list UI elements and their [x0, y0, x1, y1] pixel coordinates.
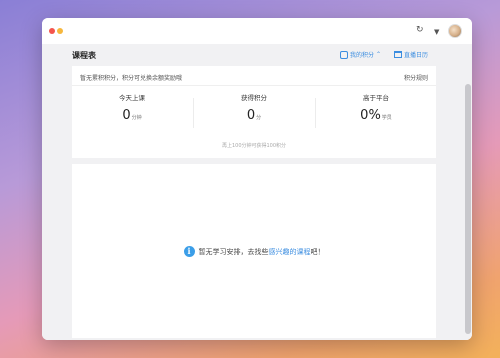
empty-state-message: i 暂无学习安排，去找些感兴趣的课程吧！: [72, 246, 436, 257]
empty-prefix: 暂无学习安排，去找些: [198, 247, 269, 256]
my-points-link[interactable]: 我的积分 ⌃: [340, 50, 381, 59]
points-notice-bar: 暂无累积积分，积分可兑换余额奖励哦 积分规则: [72, 66, 436, 86]
empty-suffix: 吧！: [310, 247, 325, 256]
stat-points-earned: 获得积分 0分: [194, 92, 314, 123]
points-icon: [340, 50, 348, 59]
chevron-down-icon[interactable]: ▼: [434, 26, 439, 38]
title-bar: ↻ ▼: [42, 18, 472, 44]
close-window-button[interactable]: [49, 28, 55, 34]
my-points-label: 我的积分: [350, 52, 375, 59]
stat-value: 0分: [246, 108, 262, 123]
header-row: 课程表 我的积分 ⌃ 直播日历: [72, 50, 436, 66]
live-calendar-link[interactable]: 直播日历: [394, 50, 428, 59]
info-icon: i: [183, 246, 195, 257]
empty-schedule-panel: i 暂无学习安排，去找些感兴趣的课程吧！: [72, 164, 436, 338]
stat-value: 0%学员: [360, 108, 392, 123]
stat-label: 今天上课: [119, 94, 145, 102]
points-hint: 再上100分钟可获得100积分: [221, 143, 287, 149]
calendar-icon: [394, 51, 402, 58]
avatar[interactable]: [448, 24, 462, 38]
minimize-window-button[interactable]: [57, 28, 63, 34]
scrollbar-thumb[interactable]: [465, 84, 471, 334]
live-calendar-label: 直播日历: [404, 52, 429, 59]
interesting-courses-link[interactable]: 感兴趣的课程: [269, 248, 311, 256]
points-card: 暂无累积积分，积分可兑换余额奖励哦 积分规则 今天上课 0分钟 获得积分 0分 …: [72, 66, 436, 158]
page-title: 课程表: [72, 51, 96, 60]
stat-today-class: 今天上课 0分钟: [72, 92, 192, 123]
points-notice: 暂无累积积分，积分可兑换余额奖励哦: [80, 75, 183, 82]
stat-above-platform: 高于平台 0%学员: [316, 92, 436, 123]
stat-label: 获得积分: [241, 94, 267, 102]
stat-label: 高于平台: [363, 94, 389, 102]
refresh-icon[interactable]: ↻: [416, 24, 424, 36]
stat-value: 0分钟: [122, 108, 142, 123]
scrollbar[interactable]: [464, 44, 472, 340]
chevron-up-icon: ⌃: [376, 51, 382, 58]
points-rules-link[interactable]: 积分规则: [404, 73, 428, 82]
